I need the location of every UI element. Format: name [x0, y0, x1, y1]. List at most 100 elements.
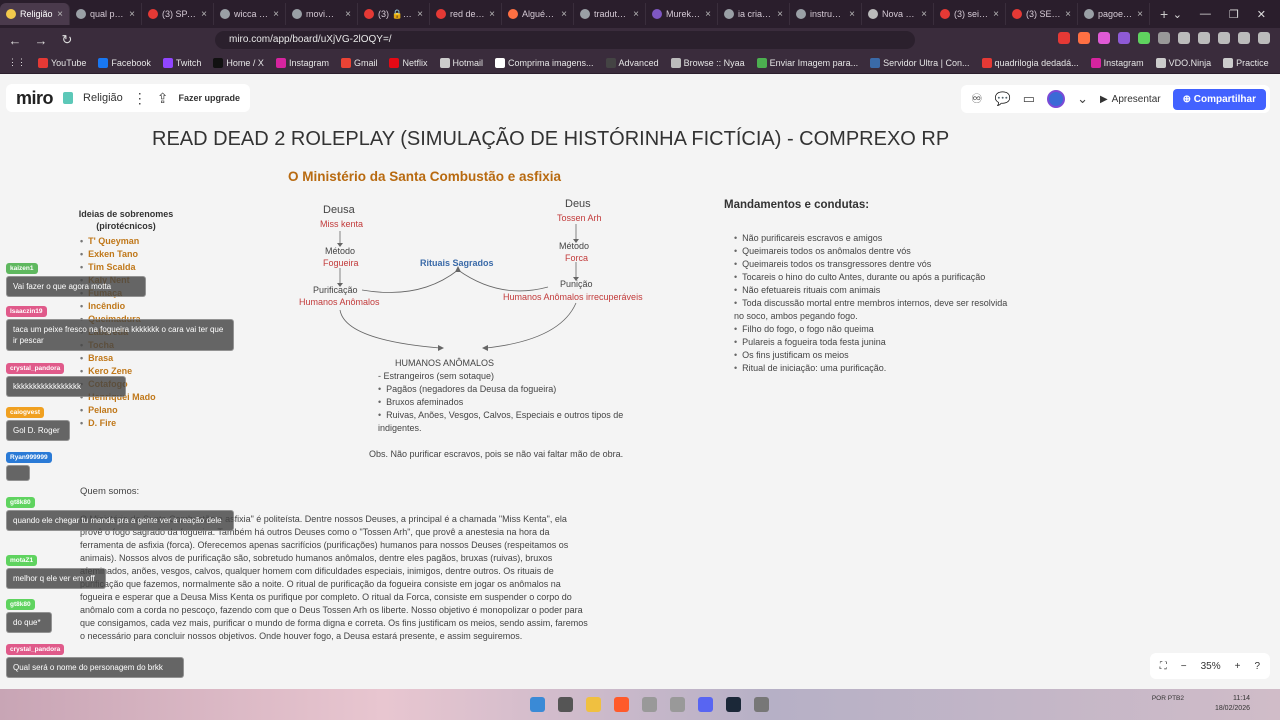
menu-icon[interactable] [1258, 32, 1270, 44]
bookmark-item[interactable]: Twitch [162, 57, 201, 68]
surnames-heading[interactable]: Ideias de sobrenomes (pirotécnicos) [76, 208, 176, 232]
board-title[interactable]: READ DEAD 2 ROLEPLAY (SIMULAÇÃO DE HISTÓ… [152, 128, 949, 151]
quem-somos-text[interactable]: O Ministério da Santa Combustão e asfixi… [80, 513, 588, 643]
bookmark-item[interactable]: Servidor Ultra | Con... [870, 57, 970, 68]
extension-icon[interactable] [1058, 32, 1070, 44]
browser-tab[interactable]: Mureka: G × [646, 3, 718, 25]
browser-tab[interactable]: Nova guia × [862, 3, 934, 25]
extension-icon[interactable] [1158, 32, 1170, 44]
minimize-icon[interactable]: — [1200, 8, 1211, 20]
download-icon[interactable] [1198, 32, 1210, 44]
browser-tab[interactable]: ia criar mu × [718, 3, 790, 25]
tab-close-icon[interactable]: × [993, 9, 999, 20]
restore-icon[interactable]: ❐ [1229, 8, 1239, 21]
bookmark-item[interactable]: VDO.Ninja [1155, 57, 1211, 68]
browser-tab[interactable]: moviment × [286, 3, 358, 25]
deusa-metodo[interactable]: Método [325, 246, 355, 256]
deus-punicao[interactable]: Punição [560, 279, 593, 289]
tab-close-icon[interactable]: × [705, 9, 711, 20]
app-icon[interactable] [670, 697, 685, 712]
obs-note[interactable]: Obs. Não purificar escravos, pois se não… [369, 449, 623, 459]
deus-punicao-value[interactable]: Humanos Anômalos irrecuperáveis [503, 292, 643, 302]
share-button[interactable]: ⊕ Compartilhar [1172, 88, 1266, 110]
tab-close-icon[interactable]: × [345, 9, 351, 20]
mandamentos-heading[interactable]: Mandamentos e condutas: [724, 199, 869, 211]
tab-close-icon[interactable]: × [777, 9, 783, 20]
zoom-in-button[interactable]: + [1235, 661, 1241, 672]
start-icon[interactable] [530, 697, 545, 712]
deusa-label[interactable]: Deusa [323, 204, 355, 216]
deus-metodo[interactable]: Método [559, 241, 589, 251]
bookmark-item[interactable]: Hotmail [439, 57, 483, 68]
deusa-name[interactable]: Miss kenta [320, 219, 363, 229]
reactions-icon[interactable]: ♾ [971, 91, 983, 107]
miro-logo[interactable]: miro [16, 88, 54, 109]
tab-close-icon[interactable]: × [1137, 9, 1143, 20]
browser-tab[interactable]: qual perio × [70, 3, 142, 25]
extension-icon[interactable] [1118, 32, 1130, 44]
deus-metodo-value[interactable]: Forca [565, 253, 588, 263]
bookmark-item[interactable]: YouTube [38, 57, 86, 68]
bookmark-item[interactable]: Advanced [605, 57, 659, 68]
close-window-icon[interactable]: ✕ [1257, 8, 1266, 21]
browser-tab[interactable]: (3) SPAGH × [142, 3, 214, 25]
deusa-metodo-value[interactable]: Fogueira [323, 258, 359, 268]
zoom-out-button[interactable]: − [1181, 661, 1187, 672]
chevron-down-icon[interactable]: ⌄ [1077, 91, 1088, 107]
upgrade-button[interactable]: Fazer upgrade [179, 93, 241, 103]
back-icon[interactable]: ← [8, 33, 22, 48]
tab-close-icon[interactable]: × [57, 9, 63, 20]
steam-icon[interactable] [726, 697, 741, 712]
app-icon[interactable] [642, 697, 657, 712]
humanos-heading[interactable]: HUMANOS ANÔMALOS [395, 358, 494, 368]
ministry-title[interactable]: O Ministério da Santa Combustão e asfixi… [288, 169, 561, 184]
bookmark-item[interactable]: Enviar Imagem para... [756, 57, 858, 68]
settings-icon[interactable] [754, 697, 769, 712]
extension-icon[interactable] [1078, 32, 1090, 44]
browser-tab[interactable]: (3) 🔒 Lan × [358, 3, 430, 25]
extension-icon[interactable] [1178, 32, 1190, 44]
forward-icon[interactable]: → [34, 33, 48, 48]
rituais-sagrados[interactable]: Rituais Sagrados [420, 258, 494, 268]
bookmark-item[interactable]: Netflix [389, 57, 428, 68]
tab-close-icon[interactable]: × [417, 9, 423, 20]
browser-tab[interactable]: instrumen × [790, 3, 862, 25]
browser-tab[interactable]: pagoes - F× [1078, 3, 1150, 25]
bookmark-item[interactable]: Practice [1223, 57, 1269, 68]
bookmark-item[interactable]: Instagram [275, 57, 329, 68]
browser-tab[interactable]: Religião × [0, 3, 70, 25]
extension-icon[interactable] [1098, 32, 1110, 44]
tab-close-icon[interactable]: × [561, 9, 567, 20]
deus-name[interactable]: Tossen Arh [557, 213, 602, 223]
deusa-purificacao-value[interactable]: Humanos Anômalos [299, 297, 380, 307]
tab-close-icon[interactable]: × [849, 9, 855, 20]
board-menu-icon[interactable]: ⋮ [133, 90, 147, 107]
bookmark-item[interactable]: quadrilogia dedadá... [981, 57, 1079, 68]
url-field[interactable]: miro.com/app/board/uXjVG-2lOQY=/ [215, 31, 915, 49]
tab-close-icon[interactable]: × [921, 9, 927, 20]
browser-tab[interactable]: wicca - Pe × [214, 3, 286, 25]
language-indicator[interactable]: POR PTB2 [1152, 694, 1184, 703]
discord-icon[interactable] [698, 697, 713, 712]
tab-close-icon[interactable]: × [201, 9, 207, 20]
bookmark-item[interactable]: Browse :: Nyaa [670, 57, 745, 68]
tab-close-icon[interactable]: × [129, 9, 135, 20]
browser-tab[interactable]: tradutor - × [574, 3, 646, 25]
bookmark-item[interactable]: Comprima imagens... [495, 57, 594, 68]
fit-icon[interactable]: ⛶ [1160, 661, 1167, 672]
sidebar-icon[interactable] [1218, 32, 1230, 44]
brave-icon[interactable] [614, 697, 629, 712]
help-icon[interactable]: ? [1254, 661, 1260, 672]
profile-icon[interactable] [1238, 32, 1250, 44]
tab-close-icon[interactable]: × [489, 9, 495, 20]
search-icon[interactable] [558, 697, 573, 712]
tab-close-icon[interactable]: × [273, 9, 279, 20]
avatar[interactable] [1047, 90, 1066, 108]
bookmark-item[interactable]: Facebook [98, 57, 151, 68]
board-name[interactable]: Religião [83, 92, 123, 104]
browser-tab[interactable]: Alguém sa × [502, 3, 574, 25]
present-button[interactable]: ▶ Apresentar [1100, 94, 1161, 105]
tab-close-icon[interactable]: × [633, 9, 639, 20]
export-icon[interactable]: ⇪ [157, 90, 169, 107]
reload-icon[interactable]: ↻ [60, 32, 74, 48]
